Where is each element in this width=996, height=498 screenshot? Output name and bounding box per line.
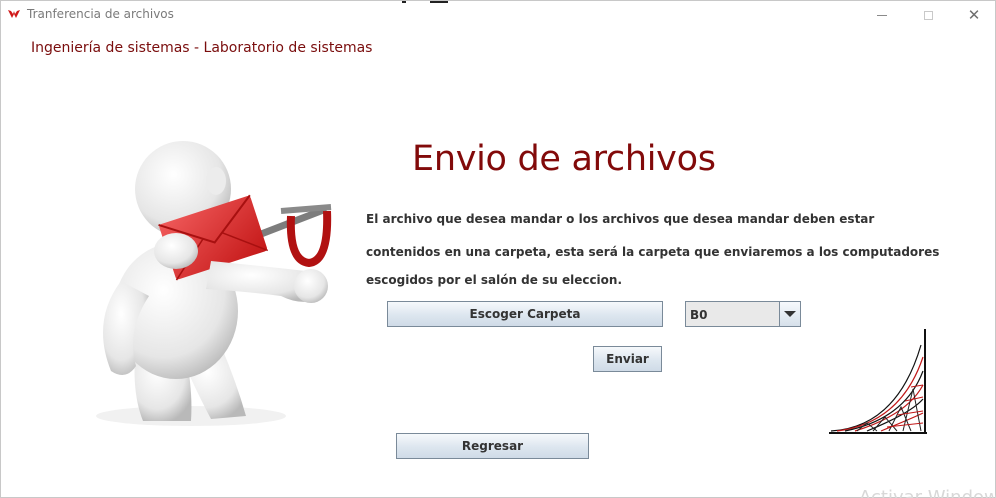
page-title: Envio de archivos [412,139,716,179]
description-line: contenidos en una carpeta, esta será la … [366,245,940,259]
close-icon: ✕ [967,5,981,24]
minimize-button[interactable] [859,1,905,29]
curves-logo [829,329,927,434]
minimize-icon [877,14,887,16]
close-button[interactable]: ✕ [951,1,996,29]
taskbar-edge-marks [402,1,452,3]
activation-watermark: Activar Windows [859,487,996,498]
java-app-icon [8,10,20,18]
maximize-icon [923,10,933,20]
slingshot-figure-illustration [96,141,332,426]
room-select-dropdown-button[interactable] [779,302,800,326]
back-button[interactable]: Regresar [396,433,589,459]
maximize-button[interactable] [905,1,951,29]
subheader: Ingeniería de sistemas - Laboratorio de … [31,40,373,56]
window-title: Tranferencia de archivos [27,7,174,21]
title-bar: Tranferencia de archivos ✕ [1,1,995,29]
chevron-down-icon [784,311,796,317]
description-line: El archivo que desea mandar o los archiv… [366,212,875,226]
choose-folder-button[interactable]: Escoger Carpeta [387,301,663,327]
description-line: escogidos por el salón de su eleccion. [366,273,623,287]
app-window: Tranferencia de archivos ✕ Ingeniería de… [0,0,996,498]
room-select[interactable]: B0 [685,301,801,327]
room-select-value: B0 [690,308,708,322]
send-button[interactable]: Enviar [593,346,662,372]
